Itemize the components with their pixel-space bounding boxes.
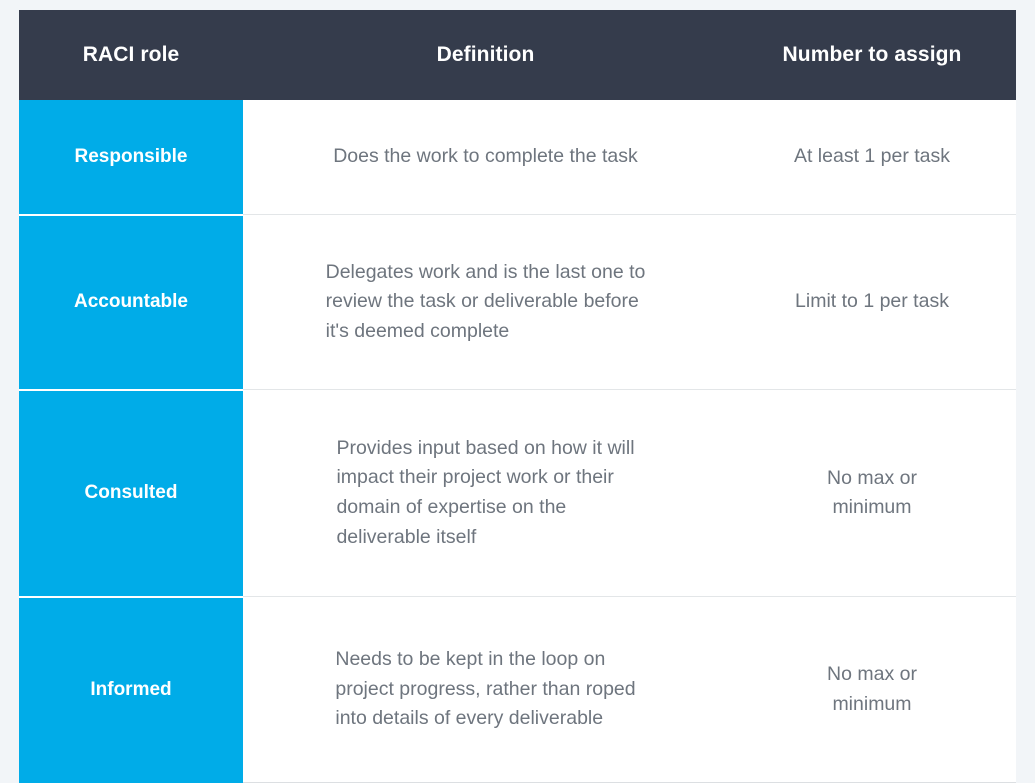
header-row: RACI role Definition Number to assign xyxy=(19,10,1016,100)
number-text: No max or minimum xyxy=(827,663,917,715)
table-row: Informed Needs to be kept in the loop on… xyxy=(19,596,1016,783)
role-cell-informed: Informed xyxy=(19,596,243,783)
table-row: Consulted Provides input based on how it… xyxy=(19,389,1016,598)
table-body: Responsible Does the work to complete th… xyxy=(19,100,1016,783)
column-header-number-to-assign: Number to assign xyxy=(782,43,962,66)
table-row: Responsible Does the work to complete th… xyxy=(19,100,1016,216)
definition-cell-informed: Needs to be kept in the loop on project p… xyxy=(243,596,728,783)
definition-text: Does the work to complete the task xyxy=(333,145,638,168)
number-text: No max or minimum xyxy=(827,466,917,518)
number-cell-informed: No max or minimum xyxy=(728,596,1016,783)
table-row: Accountable Delegates work and is the la… xyxy=(19,214,1016,391)
definition-text: Provides input based on how it will impac… xyxy=(336,436,635,548)
number-cell-consulted: No max or minimum xyxy=(728,389,1016,597)
definition-cell-responsible: Does the work to complete the task xyxy=(243,100,728,215)
role-cell-responsible: Responsible xyxy=(19,100,243,216)
role-cell-consulted: Consulted xyxy=(19,389,243,598)
role-cell-accountable: Accountable xyxy=(19,214,243,391)
number-cell-responsible: At least 1 per task xyxy=(728,100,1016,215)
column-header-raci-role: RACI role xyxy=(82,43,180,66)
number-cell-accountable: Limit to 1 per task xyxy=(728,214,1016,390)
definition-cell-accountable: Delegates work and is the last one to rev… xyxy=(243,214,728,390)
table-header: RACI role Definition Number to assign xyxy=(19,10,1016,100)
number-text: Limit to 1 per task xyxy=(795,290,949,313)
raci-table-container: RACI role Definition Number to assign Re… xyxy=(19,10,1016,783)
column-header-definition: Definition xyxy=(436,43,535,66)
definition-cell-consulted: Provides input based on how it will impac… xyxy=(243,389,728,597)
definition-text: Needs to be kept in the loop on project p… xyxy=(335,648,636,730)
definition-text: Delegates work and is the last one to rev… xyxy=(325,260,646,342)
number-text: At least 1 per task xyxy=(793,145,951,168)
raci-table: RACI role Definition Number to assign Re… xyxy=(19,10,1016,783)
